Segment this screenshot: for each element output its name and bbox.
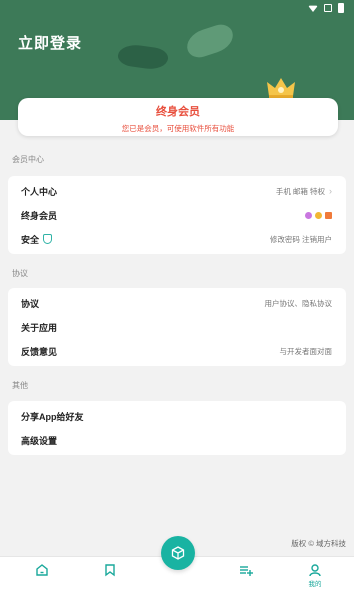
row-lifetime-member[interactable]: 终身会员 xyxy=(8,203,346,227)
row-label: 终身会员 xyxy=(21,210,58,221)
row-agreement[interactable]: 协议 用户协议、隐私协议 xyxy=(8,291,346,315)
row-label: 个人中心 xyxy=(21,186,58,197)
shield-icon xyxy=(43,234,53,244)
status-bar xyxy=(0,0,354,16)
row-security[interactable]: 安全 修改密码 注销用户 xyxy=(8,227,346,251)
row-detail: 修改密码 注销用户 xyxy=(269,234,332,244)
section-label-other: 其他 xyxy=(12,381,28,390)
crown-icon xyxy=(267,78,295,99)
tab-bookmark[interactable] xyxy=(100,563,120,589)
battery-icon xyxy=(338,3,344,13)
copyright-text: 版权 © 域方科技 xyxy=(291,539,346,548)
chevron-right-icon: › xyxy=(329,186,332,196)
row-detail: 手机 邮箱 特权 xyxy=(275,186,325,196)
row-label: 反馈意见 xyxy=(21,346,58,357)
row-detail: 用户协议、隐私协议 xyxy=(264,298,333,308)
privilege-badges xyxy=(305,211,332,219)
agreement-card: 协议 用户协议、隐私协议 关于应用 反馈意见 与开发者面对面 xyxy=(8,288,346,366)
vip-subtitle: 您已是会员，可使用软件所有功能 xyxy=(121,124,235,133)
diamond-badge-icon xyxy=(315,211,322,219)
row-label: 分享App给好友 xyxy=(21,411,84,422)
other-card: 分享App给好友 高级设置 xyxy=(8,401,346,455)
row-feedback[interactable]: 反馈意见 与开发者面对面 xyxy=(8,339,346,363)
row-personal-center[interactable]: 个人中心 手机 邮箱 特权 › xyxy=(8,179,346,203)
tab-home[interactable] xyxy=(32,563,52,589)
row-label: 协议 xyxy=(21,298,40,309)
row-about-app[interactable]: 关于应用 xyxy=(8,315,346,339)
row-label: 高级设置 xyxy=(21,435,58,446)
row-right: 手机 邮箱 特权 › xyxy=(276,186,332,197)
member-center-card: 个人中心 手机 邮箱 特权 › 终身会员 安全 修改密码 注销用户 xyxy=(8,176,346,254)
vip-title: 终身会员 xyxy=(156,106,200,118)
center-action-button[interactable] xyxy=(161,536,195,570)
row-label-wrap: 安全 xyxy=(21,233,53,246)
sim-icon xyxy=(324,4,332,12)
row-share-app[interactable]: 分享App给好友 xyxy=(8,404,346,428)
section-label-agreement: 协议 xyxy=(12,269,28,278)
leaf-decoration xyxy=(116,42,170,72)
tab-label: 我的 xyxy=(308,581,322,588)
row-label: 关于应用 xyxy=(21,322,58,333)
vip-card[interactable]: 终身会员 您已是会员，可使用软件所有功能 xyxy=(18,98,338,136)
user-icon xyxy=(309,564,321,577)
vip-badge-icon xyxy=(305,211,312,219)
row-detail: 与开发者面对面 xyxy=(279,346,333,356)
bookmark-icon xyxy=(105,564,115,577)
tab-mine[interactable]: 我的 xyxy=(305,563,325,589)
gift-badge-icon xyxy=(325,211,332,219)
leaf-decoration xyxy=(183,21,237,61)
row-advanced-settings[interactable]: 高级设置 xyxy=(8,428,346,452)
tab-list[interactable] xyxy=(236,563,256,589)
section-label-member-center: 会员中心 xyxy=(12,155,44,164)
login-button[interactable]: 立即登录 xyxy=(18,32,82,53)
row-label: 安全 xyxy=(21,234,40,245)
home-icon xyxy=(36,564,48,576)
wifi-icon xyxy=(308,5,318,12)
list-add-icon xyxy=(240,566,253,576)
cube-icon xyxy=(171,546,185,560)
